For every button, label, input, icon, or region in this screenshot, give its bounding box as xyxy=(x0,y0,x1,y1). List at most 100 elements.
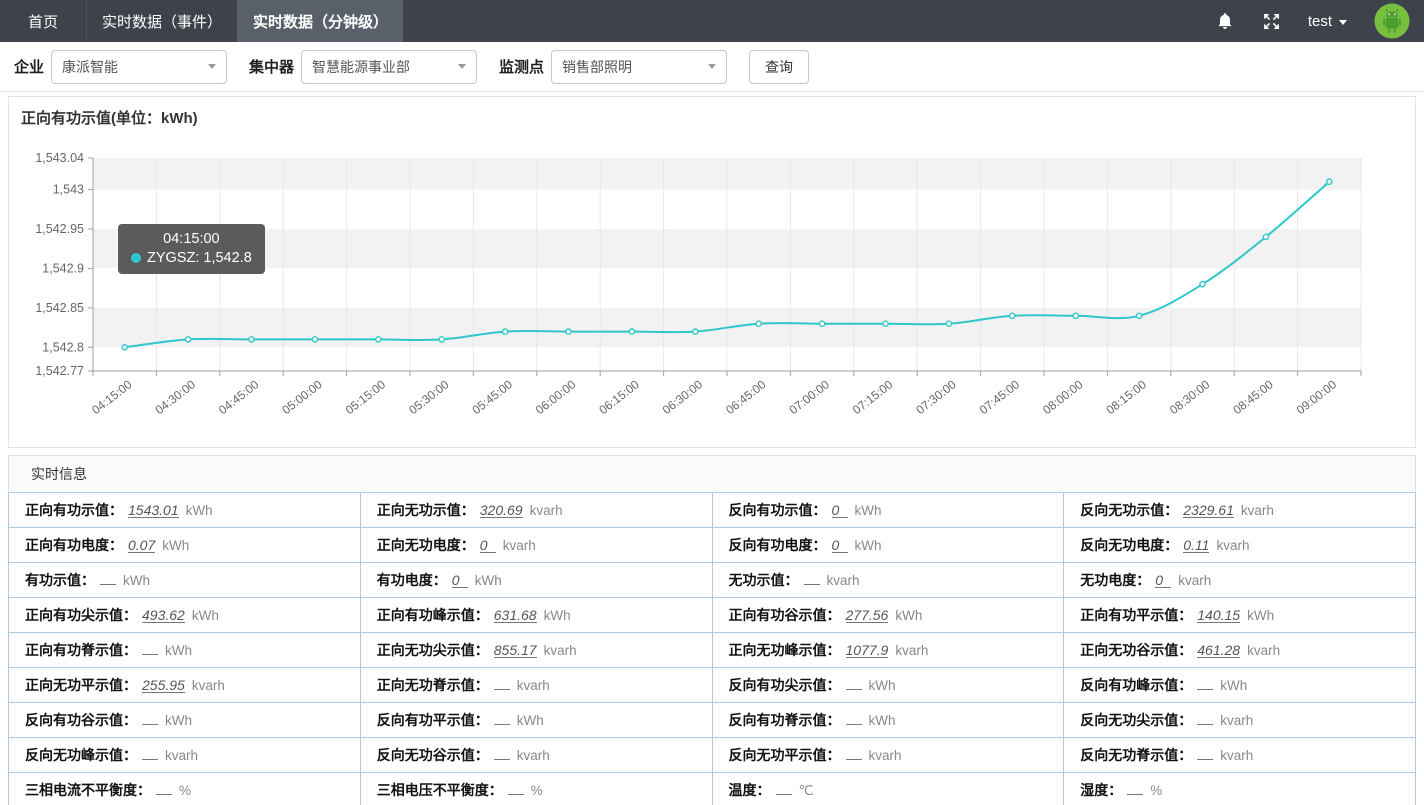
metric-label: 反向无功峰示值： xyxy=(25,747,137,763)
metric-label: 三相电流不平衡度： xyxy=(25,782,151,798)
metric-value-link[interactable]: 1077.9 xyxy=(846,644,889,658)
metric-value-link[interactable] xyxy=(846,689,862,690)
info-cell: 有功示值：kWh xyxy=(9,563,361,598)
info-cell: 无功电度：0kvarh xyxy=(1064,563,1416,598)
info-cell: 三相电流不平衡度：% xyxy=(9,773,361,805)
metric-value-link[interactable] xyxy=(142,654,158,655)
svg-text:05:15:00: 05:15:00 xyxy=(343,377,389,417)
metric-value-link[interactable]: 140.15 xyxy=(1197,609,1240,623)
metric-value-link[interactable] xyxy=(494,724,510,725)
chart-area: 1,543.041,5431,542.951,542.91,542.851,54… xyxy=(9,129,1415,447)
metric-value-link[interactable] xyxy=(846,724,862,725)
metric-value-link[interactable] xyxy=(776,794,792,795)
filter-bar: 企业 康派智能 集中器 智慧能源事业部 监测点 销售部照明 查询 xyxy=(0,42,1424,92)
metric-value-link[interactable] xyxy=(156,794,172,795)
metric-value-link[interactable]: 631.68 xyxy=(494,609,537,623)
android-avatar[interactable] xyxy=(1374,3,1410,39)
metric-unit: kWh xyxy=(165,713,192,728)
metric-unit: kWh xyxy=(475,573,502,588)
concentrator-label: 集中器 xyxy=(249,56,294,77)
metric-unit: kWh xyxy=(165,643,192,658)
metric-unit: kvarh xyxy=(544,643,577,658)
info-cell: 正向有功电度：0.07kWh xyxy=(9,528,361,563)
metric-label: 反向有功尖示值： xyxy=(729,677,841,693)
metric-value-link[interactable] xyxy=(142,724,158,725)
metric-value-link[interactable] xyxy=(494,689,510,690)
info-cell: 正向有功脊示值：kWh xyxy=(9,633,361,668)
monitor-point-select[interactable]: 销售部照明 xyxy=(551,50,727,84)
metric-value-link[interactable] xyxy=(100,584,116,585)
concentrator-select[interactable]: 智慧能源事业部 xyxy=(301,50,477,84)
info-cell: 温度：℃ xyxy=(712,773,1064,805)
svg-text:07:00:00: 07:00:00 xyxy=(787,377,833,417)
metric-label: 正向无功电度： xyxy=(377,537,475,553)
svg-text:07:30:00: 07:30:00 xyxy=(913,377,959,417)
metric-value-link[interactable] xyxy=(804,584,820,585)
metric-value-link[interactable]: 255.95 xyxy=(142,679,185,693)
metric-value-link[interactable]: 493.62 xyxy=(142,609,185,623)
metric-label: 正向无功谷示值： xyxy=(1080,642,1192,658)
line-chart-canvas[interactable]: 1,543.041,5431,542.951,542.91,542.851,54… xyxy=(9,129,1413,447)
metric-label: 正向无功峰示值： xyxy=(729,642,841,658)
info-cell: 反向无功谷示值：kvarh xyxy=(360,738,712,773)
metric-value-link[interactable]: 0.07 xyxy=(128,539,155,553)
metric-value-link[interactable]: 0.11 xyxy=(1183,539,1209,553)
metric-label: 湿度： xyxy=(1080,782,1122,798)
metric-value-link[interactable] xyxy=(494,759,510,760)
info-cell: 反向无功电度：0.11kvarh xyxy=(1064,528,1416,563)
metric-label: 正向无功尖示值： xyxy=(377,642,489,658)
nav-tab-home[interactable]: 首页 xyxy=(0,0,86,42)
info-cell: 正向无功峰示值：1077.9kvarh xyxy=(712,633,1064,668)
nav-tab-realtime-minute[interactable]: 实时数据（分钟级） xyxy=(237,0,403,42)
metric-value-link[interactable]: 320.69 xyxy=(480,504,523,518)
metric-value-link[interactable]: 0 xyxy=(452,574,468,588)
metric-label: 反向无功电度： xyxy=(1080,537,1178,553)
metric-value-link[interactable] xyxy=(846,759,862,760)
metric-label: 反向有功电度： xyxy=(729,537,827,553)
realtime-table-body: 正向有功示值：1543.01kWh正向无功示值：320.69kvarh反向有功示… xyxy=(9,493,1416,805)
metric-label: 反向无功尖示值： xyxy=(1080,712,1192,728)
metric-value-link[interactable]: 0 xyxy=(832,504,848,518)
chart-title: 正向有功示值(单位：kWh) xyxy=(9,97,1415,129)
fullscreen-icon[interactable] xyxy=(1262,12,1281,31)
bell-icon[interactable] xyxy=(1215,11,1235,32)
metric-value-link[interactable]: 1543.01 xyxy=(128,504,179,518)
metric-value-link[interactable]: 277.56 xyxy=(846,609,889,623)
metric-label: 无功电度： xyxy=(1080,572,1150,588)
user-menu[interactable]: test xyxy=(1308,13,1347,30)
table-row: 正向无功平示值：255.95kvarh正向无功脊示值：kvarh反向有功尖示值：… xyxy=(9,668,1416,703)
svg-text:1,542.8: 1,542.8 xyxy=(42,340,84,354)
metric-value-link[interactable]: 855.17 xyxy=(494,644,537,658)
metric-value-link[interactable] xyxy=(1127,794,1143,795)
metric-value-link[interactable] xyxy=(1197,689,1213,690)
metric-value-link[interactable] xyxy=(1197,759,1213,760)
concentrator-select-value: 智慧能源事业部 xyxy=(312,57,410,77)
query-button[interactable]: 查询 xyxy=(749,50,809,84)
svg-text:1,543: 1,543 xyxy=(53,183,84,197)
enterprise-select[interactable]: 康派智能 xyxy=(51,50,227,84)
metric-value-link[interactable] xyxy=(1197,724,1213,725)
metric-label: 反向有功谷示值： xyxy=(25,712,137,728)
metric-value-link[interactable] xyxy=(142,759,158,760)
info-cell: 正向有功峰示值：631.68kWh xyxy=(360,598,712,633)
info-cell: 反向有功谷示值： kWh xyxy=(9,703,361,738)
svg-text:1,542.95: 1,542.95 xyxy=(35,222,84,236)
metric-unit: ℃ xyxy=(799,783,814,798)
table-row: 反向无功峰示值：kvarh反向无功谷示值：kvarh反向无功平示值：kvarh反… xyxy=(9,738,1416,773)
metric-value-link[interactable]: 2329.61 xyxy=(1183,504,1234,518)
info-cell: 反向有功脊示值：kWh xyxy=(712,703,1064,738)
metric-value-link[interactable]: 0 xyxy=(480,539,496,553)
svg-text:1,542.85: 1,542.85 xyxy=(35,301,84,315)
metric-value-link[interactable]: 0 xyxy=(832,539,848,553)
metric-value-link[interactable]: 461.28 xyxy=(1197,644,1240,658)
metric-value-link[interactable]: 0 xyxy=(1155,574,1171,588)
metric-unit: kWh xyxy=(869,713,896,728)
monitor-point-label: 监测点 xyxy=(499,56,544,77)
svg-text:06:45:00: 06:45:00 xyxy=(723,377,769,417)
metric-label: 反向有功示值： xyxy=(729,502,827,518)
nav-tab-realtime-event[interactable]: 实时数据（事件） xyxy=(86,0,237,42)
metric-unit: kvarh xyxy=(1241,503,1274,518)
metric-value-link[interactable] xyxy=(508,794,524,795)
svg-text:08:30:00: 08:30:00 xyxy=(1167,377,1213,417)
svg-text:07:45:00: 07:45:00 xyxy=(977,377,1023,417)
